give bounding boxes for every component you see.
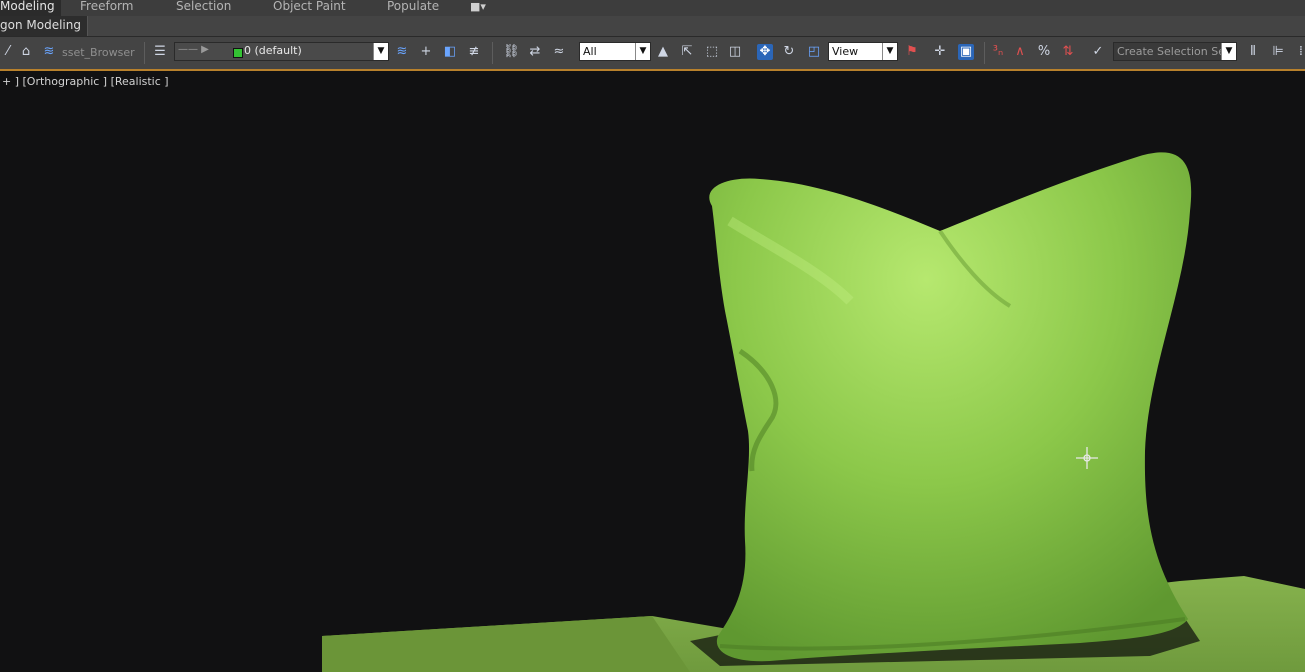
selection-filter-value: All [583,45,597,58]
reference-coord-value: View [832,45,859,58]
main-toolbar: ⁄ ⌂ ≋ sset_Browser ☰ —— ▶ 0 (default) ▼ … [0,37,1305,71]
select-manipulate-icon[interactable]: ✛ [932,44,948,60]
tab-freeform[interactable]: Freeform [80,0,133,16]
tab-object-paint[interactable]: Object Paint [273,0,346,16]
pillow-object[interactable] [709,152,1192,662]
keyboard-shortcut-icon[interactable]: ▣ [958,44,974,60]
chevron-down-icon[interactable]: ▼ [373,43,388,60]
layer-manager-icon[interactable]: ☰ [152,44,168,60]
window-crossing-icon[interactable]: ◫ [727,44,743,60]
select-object-icon[interactable]: ▲ [655,44,671,60]
align-icon[interactable]: ⊫ [1270,44,1286,60]
layer-add-icon[interactable]: ≋ [394,44,410,60]
link-icon[interactable]: ⛓ [503,44,520,60]
tab-selection[interactable]: Selection [176,0,231,16]
named-selection-input[interactable]: Create Selection Se ▼ [1113,42,1237,61]
sub-tab-polygon-modeling[interactable]: gon Modeling [0,16,88,36]
camera-icon[interactable]: ■▾ [470,0,486,13]
bind-spacewarp-icon[interactable]: ≈ [551,44,567,60]
layer-value: 0 (default) [244,44,302,57]
layer-select-icon[interactable]: ◧ [442,44,458,60]
rotate-icon[interactable]: ↻ [781,44,797,60]
wand-icon[interactable]: ⁄ [0,44,16,60]
spinner-snap-icon[interactable]: ⇅ [1060,44,1076,60]
viewport[interactable] [0,71,1305,672]
chevron-down-icon[interactable]: ▼ [1221,43,1236,60]
brush-icon[interactable]: ⌂ [18,44,34,60]
ribbon-subbar: gon Modeling [0,16,1305,37]
more-tools-icon[interactable]: ⁞ [1293,44,1305,60]
select-by-name-icon[interactable]: ⇱ [679,44,695,60]
scale-icon[interactable]: ◰ [806,44,822,60]
rect-selection-icon[interactable]: ⬚ [704,44,720,60]
reference-coord-dropdown[interactable]: View ▼ [828,42,898,61]
chevron-down-icon[interactable]: ▼ [635,43,650,60]
tab-modeling[interactable]: Modeling [0,0,61,16]
mirror-icon[interactable]: ⫴ [1245,44,1261,60]
select-move-icon[interactable]: ✥ [757,44,773,60]
edit-named-selection-icon[interactable]: ✓ [1090,44,1106,60]
layer-hide-icon[interactable]: ≢ [466,44,482,60]
named-selection-placeholder: Create Selection Se [1117,45,1225,58]
snap-icon[interactable]: ³ₙ [990,44,1006,60]
toolbar-separator [492,42,493,64]
viewport-label[interactable]: + ] [Orthographic ] [Realistic ] [2,75,169,88]
percent-snap-icon[interactable]: % [1036,44,1052,60]
asset-browser-button[interactable]: sset_Browser [62,46,135,59]
plus-icon[interactable]: + [418,44,434,60]
angle-snap-icon[interactable]: ∧ [1012,44,1028,60]
asset-browser-icon[interactable]: ≋ [41,44,57,60]
toolbar-separator [144,42,145,64]
tab-populate[interactable]: Populate [387,0,439,16]
chevron-down-icon[interactable]: ▼ [882,43,897,60]
selection-filter-dropdown[interactable]: All ▼ [579,42,651,61]
layer-dropdown[interactable]: —— ▶ 0 (default) ▼ [174,42,389,61]
pivot-center-icon[interactable]: ⚑ [904,44,920,60]
unlink-icon[interactable]: ⇄ [527,44,543,60]
layer-state-icon: —— ▶ [178,44,209,55]
toolbar-separator [984,42,985,64]
ribbon-tabs: Modeling Freeform Selection Object Paint… [0,0,1305,16]
layer-color-swatch [233,48,243,58]
